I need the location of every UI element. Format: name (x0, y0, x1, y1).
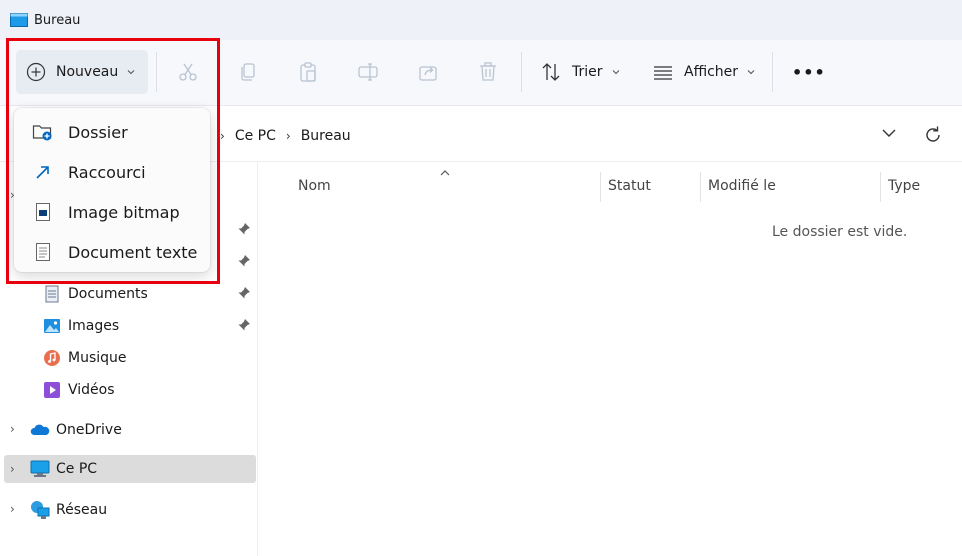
toolbar-separator (156, 52, 157, 92)
toolbar-separator (772, 52, 773, 92)
sort-button[interactable]: Trier (540, 52, 621, 92)
menu-item-bitmap[interactable]: Image bitmap (14, 192, 210, 232)
column-header-name[interactable]: Nom (298, 178, 331, 194)
nav-item-label: Documents (68, 286, 148, 302)
paste-button[interactable] (288, 52, 328, 92)
view-button-label: Afficher (684, 64, 739, 80)
menu-item-label: Document texte (68, 242, 198, 262)
expander-chevron-icon[interactable]: › (10, 502, 15, 516)
plus-circle-icon (26, 62, 46, 82)
breadcrumb-item[interactable]: Bureau (301, 128, 351, 144)
nav-item-label: Ce PC (56, 461, 98, 477)
nav-item-images[interactable]: Images (42, 312, 119, 340)
menu-item-folder[interactable]: Dossier (14, 112, 210, 152)
videos-icon (42, 380, 62, 400)
scissors-icon (179, 63, 197, 81)
expander-chevron-icon[interactable]: › (10, 462, 15, 476)
title-bar: Bureau (0, 0, 962, 40)
trash-icon (480, 62, 496, 81)
column-separator[interactable] (600, 172, 601, 202)
menu-item-text-document[interactable]: Document texte (14, 232, 210, 272)
music-icon (42, 348, 62, 368)
delete-button[interactable] (468, 52, 508, 92)
nav-item-network[interactable]: Réseau (30, 496, 107, 524)
new-button-label: Nouveau (56, 64, 119, 80)
shortcut-icon (32, 161, 54, 183)
view-button[interactable]: Afficher (652, 52, 756, 92)
chevron-down-icon (747, 70, 755, 75)
chevron-down-icon[interactable] (876, 126, 902, 142)
nav-item-documents[interactable]: Documents (42, 280, 148, 308)
nav-item-label: Vidéos (68, 382, 115, 398)
clipboard-icon (300, 62, 316, 82)
column-header-status[interactable]: Statut (608, 178, 651, 194)
network-icon (30, 500, 50, 520)
breadcrumb-chevron-icon: › (220, 129, 225, 143)
menu-item-label: Dossier (68, 122, 128, 142)
rename-icon (358, 63, 378, 81)
breadcrumb[interactable]: › Ce PC › Bureau (210, 118, 910, 154)
new-folder-icon (32, 121, 54, 143)
pin-icon[interactable] (237, 254, 251, 268)
refresh-icon[interactable] (922, 124, 944, 146)
more-options-label: ••• (792, 62, 826, 82)
nav-item-videos[interactable]: Vidéos (42, 376, 115, 404)
nav-item-music[interactable]: Musique (42, 344, 127, 372)
this-pc-icon (30, 459, 50, 479)
view-list-icon (654, 66, 672, 80)
nav-item-label: Réseau (56, 502, 108, 518)
column-header-type[interactable]: Type (888, 178, 920, 194)
sort-ascending-icon (440, 170, 450, 176)
share-icon (419, 66, 437, 81)
file-list: Nom Statut Modifié le Type Le dossier es… (258, 162, 962, 556)
bitmap-icon (32, 201, 54, 223)
nav-item-label: Musique (68, 350, 127, 366)
pin-icon[interactable] (237, 318, 251, 332)
documents-icon (42, 284, 62, 304)
menu-item-label: Raccourci (68, 162, 146, 182)
window-title: Bureau (34, 12, 81, 28)
cut-button[interactable] (168, 52, 208, 92)
breadcrumb-item[interactable]: Ce PC (235, 128, 276, 144)
images-icon (42, 316, 62, 336)
new-item-menu: Dossier Raccourci Image bitmap Document … (14, 108, 210, 272)
chevron-down-icon (612, 70, 619, 75)
toolbar-separator (521, 52, 522, 92)
new-button[interactable]: Nouveau (16, 50, 148, 94)
nav-item-this-pc[interactable]: › Ce PC (4, 455, 256, 483)
empty-folder-message: Le dossier est vide. (772, 224, 908, 240)
onedrive-icon (30, 420, 50, 440)
breadcrumb-chevron-icon: › (285, 129, 291, 143)
menu-item-label: Image bitmap (68, 202, 180, 222)
command-bar: Nouveau Trier Afficher ••• (0, 40, 962, 106)
expander-chevron-icon[interactable]: › (10, 422, 15, 436)
menu-item-shortcut[interactable]: Raccourci (14, 152, 210, 192)
column-separator[interactable] (700, 172, 701, 202)
copy-button[interactable] (228, 52, 268, 92)
pin-icon[interactable] (237, 222, 251, 236)
nav-item-label: Images (68, 318, 120, 334)
share-button[interactable] (408, 52, 448, 92)
column-header-modified[interactable]: Modifié le (708, 178, 776, 194)
nav-item-onedrive[interactable]: OneDrive (30, 416, 122, 444)
more-options-button[interactable]: ••• (792, 52, 826, 92)
nav-item-label: OneDrive (56, 422, 122, 438)
rename-button[interactable] (348, 52, 388, 92)
chevron-down-icon (127, 70, 135, 75)
column-separator[interactable] (880, 172, 881, 202)
sort-button-label: Trier (572, 64, 603, 80)
pin-icon[interactable] (237, 286, 251, 300)
desktop-icon (10, 13, 28, 27)
copy-icon (241, 63, 255, 81)
text-document-icon (32, 241, 54, 263)
sort-arrows-icon (542, 63, 560, 81)
